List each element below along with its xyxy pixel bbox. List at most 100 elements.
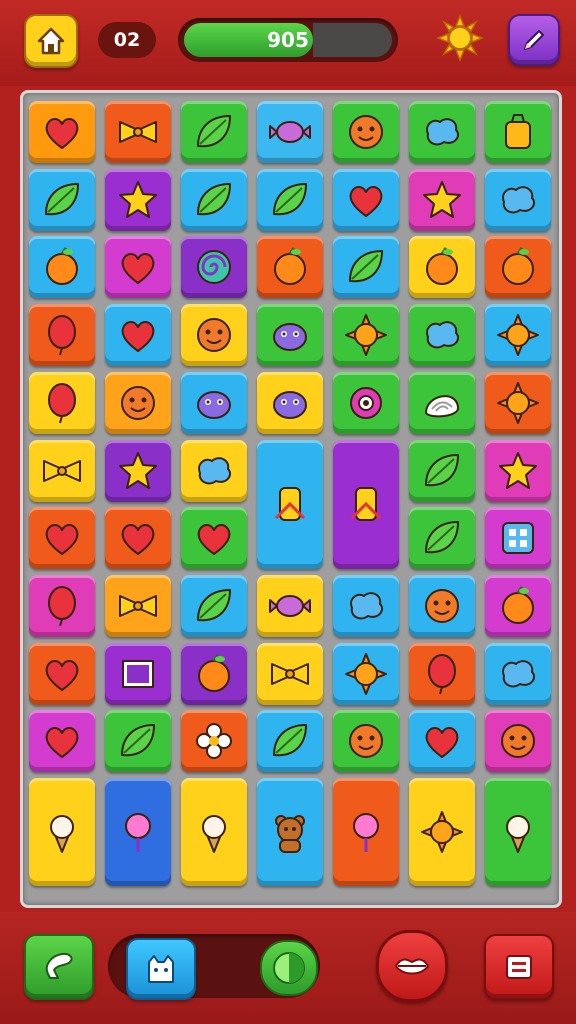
face-icon	[349, 724, 383, 759]
tile-icecream[interactable]	[485, 778, 551, 886]
cotton-icon	[125, 812, 151, 852]
tile-balloon[interactable]	[29, 304, 95, 367]
tile-heart[interactable]	[105, 304, 171, 367]
tile-eye[interactable]	[333, 371, 399, 434]
tile-leaf[interactable]	[257, 710, 323, 773]
tile-heart[interactable]	[105, 507, 171, 570]
tile-heart[interactable]	[105, 236, 171, 299]
tile-heart[interactable]	[333, 168, 399, 231]
tile-flower[interactable]	[181, 710, 247, 773]
tile-fruit[interactable]	[485, 574, 551, 637]
blob-icon	[426, 321, 460, 349]
tile-leaf[interactable]	[29, 168, 95, 231]
heart-icon	[45, 659, 79, 691]
tile-bear[interactable]	[257, 778, 323, 886]
tile-star[interactable]	[105, 168, 171, 231]
heart-icon	[121, 253, 155, 285]
lips-button[interactable]	[376, 930, 448, 1002]
bow-icon	[119, 121, 157, 143]
star-icon	[499, 451, 537, 489]
creature-icon	[197, 390, 231, 419]
tile-sun[interactable]	[333, 642, 399, 705]
eye-icon	[350, 386, 382, 419]
swirl-icon	[197, 250, 231, 285]
tile-blob[interactable]	[485, 168, 551, 231]
tile-swirl[interactable]	[181, 236, 247, 299]
trophy-button[interactable]	[24, 934, 94, 1000]
tile-bow[interactable]	[105, 574, 171, 637]
home-button[interactable]	[24, 14, 78, 68]
tile-heart[interactable]	[29, 101, 95, 163]
tile-tall[interactable]	[257, 439, 323, 569]
tile-face[interactable]	[485, 710, 551, 773]
tile-blob[interactable]	[409, 304, 475, 367]
tile-leaf[interactable]	[409, 507, 475, 570]
tile-fruit[interactable]	[181, 642, 247, 705]
tile-sun[interactable]	[333, 304, 399, 367]
booster-button[interactable]	[126, 938, 196, 1000]
tile-blob[interactable]	[333, 574, 399, 637]
tile-leaf[interactable]	[181, 574, 247, 637]
tile-star[interactable]	[105, 439, 171, 502]
menu-button[interactable]	[484, 934, 554, 1000]
tile-fruit[interactable]	[409, 236, 475, 299]
tile-heart[interactable]	[29, 507, 95, 570]
tile-face[interactable]	[181, 304, 247, 367]
sun-button[interactable]	[435, 13, 485, 63]
tile-heart[interactable]	[181, 507, 247, 570]
tile-frame[interactable]	[105, 642, 171, 705]
tile-star[interactable]	[485, 439, 551, 502]
tile-leaf[interactable]	[181, 101, 247, 163]
tile-candy[interactable]	[257, 101, 323, 163]
tile-blob[interactable]	[409, 101, 475, 163]
tile-face[interactable]	[333, 101, 399, 163]
game-board	[20, 90, 562, 908]
tile-heart[interactable]	[409, 710, 475, 773]
tile-cotton[interactable]	[105, 778, 171, 886]
tile-heart[interactable]	[29, 642, 95, 705]
tile-bag[interactable]	[485, 101, 551, 163]
tile-leaf[interactable]	[257, 168, 323, 231]
score-value: 905	[267, 28, 309, 52]
tile-blob[interactable]	[485, 642, 551, 705]
tile-fruit[interactable]	[29, 236, 95, 299]
tile-bow[interactable]	[105, 101, 171, 163]
tile-face[interactable]	[105, 371, 171, 434]
tile-balloon[interactable]	[29, 574, 95, 637]
fruit-icon	[426, 247, 458, 286]
tile-icecream[interactable]	[29, 778, 95, 886]
menu-icon	[506, 955, 532, 979]
tile-fruit[interactable]	[485, 236, 551, 299]
tile-sun[interactable]	[485, 304, 551, 367]
tile-creature[interactable]	[257, 304, 323, 367]
tile-leaf[interactable]	[409, 439, 475, 502]
tile-dice[interactable]	[485, 507, 551, 570]
tile-sun[interactable]	[485, 371, 551, 434]
tile-creature[interactable]	[257, 371, 323, 434]
tile-balloon[interactable]	[29, 371, 95, 434]
tile-creature[interactable]	[181, 371, 247, 434]
tile-star[interactable]	[409, 168, 475, 231]
tile-cotton[interactable]	[333, 778, 399, 886]
tile-leaf[interactable]	[333, 236, 399, 299]
fruit-icon	[274, 247, 306, 286]
tile-tall[interactable]	[333, 439, 399, 569]
edit-button[interactable]	[508, 14, 560, 66]
tile-balloon[interactable]	[409, 642, 475, 705]
tile-fruit[interactable]	[257, 236, 323, 299]
tile-sun[interactable]	[409, 778, 475, 886]
tile-icecream[interactable]	[181, 778, 247, 886]
heart-icon	[425, 727, 459, 759]
tile-blob[interactable]	[181, 439, 247, 502]
tile-shell[interactable]	[409, 371, 475, 434]
tile-candy[interactable]	[257, 574, 323, 637]
sun-icon	[497, 381, 539, 424]
toggle-button[interactable]	[260, 940, 318, 996]
tile-face[interactable]	[409, 574, 475, 637]
tile-leaf[interactable]	[105, 710, 171, 773]
tile-bow[interactable]	[257, 642, 323, 705]
tile-bow[interactable]	[29, 439, 95, 502]
tile-face[interactable]	[333, 710, 399, 773]
tile-heart[interactable]	[29, 710, 95, 773]
tile-leaf[interactable]	[181, 168, 247, 231]
